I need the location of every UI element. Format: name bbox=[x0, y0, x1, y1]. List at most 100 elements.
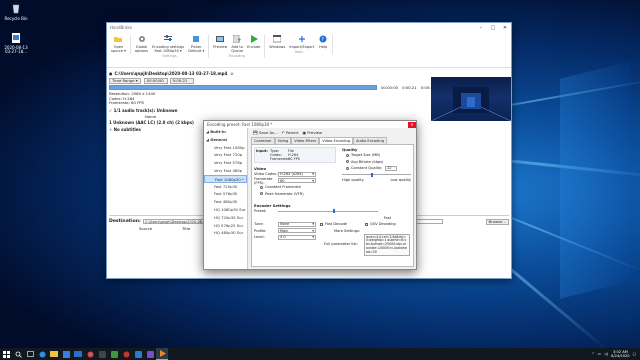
constant-quality-option[interactable]: Constant Quality: 22 bbox=[342, 165, 411, 172]
tab-sizing[interactable]: Sizing bbox=[274, 137, 292, 144]
toolbar-button-label: Import/Export bbox=[289, 45, 315, 49]
chrome-icon[interactable] bbox=[84, 348, 96, 360]
high-quality-label: High quality bbox=[342, 177, 364, 182]
preset-item[interactable]: Fast 1080p30 * bbox=[204, 174, 247, 183]
video-codec-select[interactable]: H.264 (x264) ▾ bbox=[278, 171, 316, 177]
volume-icon[interactable]: ◁) bbox=[604, 352, 608, 356]
audio-info: 1/1 audio track(s): Unknown bbox=[113, 107, 178, 113]
preset-item[interactable]: Very Fast 480p bbox=[204, 167, 247, 175]
preview-button[interactable]: Preview bbox=[211, 35, 229, 53]
preset-item[interactable]: HQ 480p30 Sur bbox=[204, 229, 247, 237]
tab-container[interactable]: Container bbox=[251, 137, 275, 144]
dialog-toolbar: 💾 Save As... ↶ Revert ▣ Preview bbox=[250, 128, 416, 136]
windows-button[interactable]: Windows bbox=[267, 34, 287, 49]
tab-video-filters[interactable]: Video Filters bbox=[291, 137, 320, 144]
source-path: C:\Users\qnpjh\Desktop\2020-08-13 03-27-… bbox=[114, 71, 228, 76]
preset-category[interactable]: ◢ General bbox=[204, 136, 247, 144]
picker-button[interactable]: Picker Default ▾ bbox=[186, 35, 206, 53]
app-icon-blue[interactable] bbox=[132, 348, 144, 360]
video-file-shortcut[interactable]: 2020-08-13 03-27-18... bbox=[2, 32, 30, 54]
framerate-select[interactable]: 60 ▾ bbox=[278, 178, 316, 184]
preset-item[interactable]: Very Fast 720p bbox=[204, 151, 247, 159]
preset-list: ◢ Built-in ◢ General Very Fast 1080p Very F… bbox=[204, 128, 248, 269]
start-button[interactable] bbox=[0, 348, 12, 360]
revert-button[interactable]: ↶ Revert bbox=[282, 130, 299, 135]
preset-item[interactable]: HQ 720p30 Sur bbox=[204, 214, 247, 222]
encoder-preset-slider[interactable] bbox=[278, 209, 378, 214]
preset-item[interactable]: Fast 720p30 bbox=[204, 183, 247, 191]
constant-quality-value[interactable]: 22 bbox=[385, 165, 398, 171]
tab-audio-encoding[interactable]: Audio Encoding bbox=[353, 137, 387, 144]
file-explorer-icon[interactable] bbox=[48, 348, 60, 360]
time-range-dropdown[interactable]: Time Range ▾ bbox=[109, 77, 141, 84]
mail-icon[interactable] bbox=[72, 348, 84, 360]
recycle-bin-shortcut[interactable]: Recycle Bin bbox=[2, 2, 30, 21]
full-param-text[interactable]: level=4.0:ref=2:8x8dct=0:weightp=1:subme… bbox=[364, 233, 411, 257]
tab-video-encoding[interactable]: Video Encoding bbox=[319, 137, 354, 144]
add-queue-button[interactable]: + Add to Queue bbox=[229, 34, 245, 53]
preview-thumbnail[interactable] bbox=[431, 77, 511, 121]
folder-open-icon bbox=[114, 35, 123, 43]
close-button[interactable]: ✕ bbox=[499, 25, 511, 31]
preset-dialog: Encoding preset: Fast 1080p30 * ✕ ◢ Buil… bbox=[203, 120, 417, 270]
tune-label: Tune: bbox=[254, 222, 264, 227]
sliders-button[interactable]: Encoding settings Fast 1080p30 ▾ bbox=[150, 35, 186, 53]
save-as-button[interactable]: 💾 Save As... bbox=[253, 130, 278, 135]
maximize-button[interactable]: □ bbox=[487, 25, 499, 31]
minimize-button[interactable]: – bbox=[475, 25, 487, 31]
store-icon[interactable] bbox=[60, 348, 72, 360]
import-export-button[interactable]: Import/Export bbox=[287, 35, 316, 49]
preset-item[interactable]: Very Fast 576p bbox=[204, 159, 247, 167]
preset-item[interactable]: Fast 480p30 bbox=[204, 198, 247, 206]
video-encoding-panel: Input: Type: Codec: Framerate: File H.264 60… bbox=[251, 144, 414, 267]
play-icon bbox=[250, 35, 258, 43]
folder-open-button[interactable]: Open source ▾ bbox=[109, 35, 128, 53]
help-button[interactable]: ? Help bbox=[316, 35, 330, 49]
audio-check-icon[interactable]: ✓ bbox=[109, 108, 112, 113]
qsv-decoding-checkbox[interactable]: QSV Decoding bbox=[365, 222, 396, 226]
app-icon-dark[interactable] bbox=[96, 348, 108, 360]
svg-text:?: ? bbox=[322, 37, 325, 43]
search-icon[interactable] bbox=[12, 348, 24, 360]
chevron-up-icon[interactable]: ^ bbox=[592, 352, 595, 356]
picker-icon bbox=[192, 35, 200, 43]
quality-slider[interactable] bbox=[342, 172, 411, 177]
edge-icon[interactable] bbox=[36, 348, 48, 360]
profile-select[interactable]: Main ▾ bbox=[278, 228, 316, 234]
gear-button[interactable]: Global options bbox=[133, 35, 150, 53]
fast-decode-checkbox[interactable]: Fast Decode bbox=[320, 222, 347, 226]
task-view-icon[interactable] bbox=[24, 348, 36, 360]
preset-item[interactable]: Very Fast 1080p bbox=[204, 144, 247, 152]
profile-label: Profile: bbox=[254, 228, 267, 233]
play-button[interactable]: Encode bbox=[245, 35, 262, 53]
range-bar[interactable] bbox=[109, 85, 377, 90]
app-icon-red[interactable] bbox=[120, 348, 132, 360]
dialog-close-button[interactable]: ✕ bbox=[408, 121, 416, 128]
browse-button[interactable]: Browse... bbox=[485, 218, 509, 225]
tune-select[interactable]: None ▾ bbox=[278, 221, 316, 227]
app-icon-green[interactable] bbox=[108, 348, 120, 360]
input-info-box: Input: Type: Codec: Framerate: File H.264 60… bbox=[254, 147, 336, 163]
import-export-icon bbox=[298, 35, 306, 43]
level-select[interactable]: 4.0 ▾ bbox=[278, 234, 316, 240]
preset-item[interactable]: Fast 576p30 bbox=[204, 190, 247, 198]
handbrake-taskbar-icon[interactable] bbox=[156, 348, 168, 360]
app-icon-purple[interactable] bbox=[144, 348, 156, 360]
toolbar-group-label: Encoding bbox=[228, 54, 245, 58]
preset-item[interactable]: HQ 1080p30 Sur bbox=[204, 206, 247, 214]
toolbar-group: Open source ▾ bbox=[109, 35, 131, 54]
start-time-field[interactable]: 00:00:00 bbox=[143, 77, 168, 84]
end-time-field[interactable]: 0:00:21 bbox=[169, 77, 194, 84]
video-codec-label: Video Codec: bbox=[254, 172, 278, 177]
close-source-icon[interactable]: ⊗ bbox=[230, 71, 233, 76]
preset-item[interactable]: HQ 576p25 Sur bbox=[204, 222, 247, 230]
windows-icon bbox=[273, 34, 282, 43]
peak-framerate-option[interactable]: Peak framerate (VFR) bbox=[254, 191, 336, 198]
subtitles-info: No subtitles bbox=[113, 126, 141, 132]
preview-button[interactable]: ▣ Preview bbox=[303, 130, 323, 135]
network-icon[interactable]: ▭ bbox=[598, 352, 601, 356]
toolbar-button-label: Help bbox=[319, 45, 328, 49]
preset-category[interactable]: ◢ Built-in bbox=[204, 128, 247, 136]
notifications-icon[interactable]: ▢ bbox=[633, 352, 636, 356]
clock[interactable]: 3:02 AM 8/24/2020 bbox=[611, 350, 629, 358]
